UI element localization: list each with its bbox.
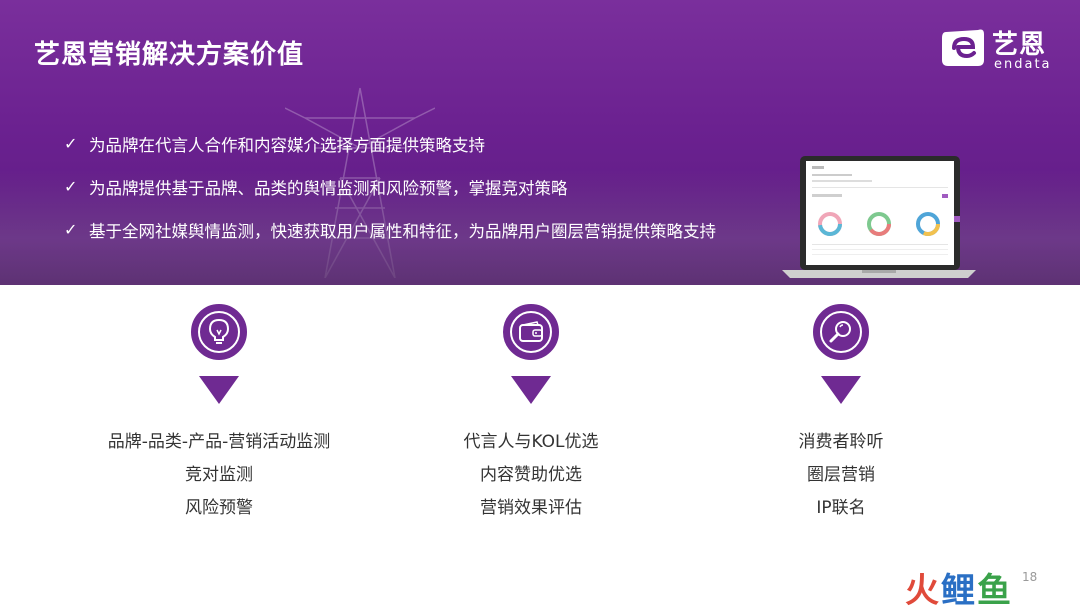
feature-consumer: 消费者聆听 圈层营销 IP联名 [711, 300, 971, 525]
bullet-text: 基于全网社媒舆情监测，快速获取用户属性和特征，为品牌用户圈层营销提供策略支持 [89, 221, 716, 241]
feature-line: 竞对监测 [185, 465, 253, 485]
feature-line: 营销效果评估 [480, 498, 582, 518]
bullet-item: ✓ 为品牌在代言人合作和内容媒介选择方面提供策略支持 [64, 122, 716, 165]
feature-line: 内容赞助优选 [480, 465, 582, 485]
feature-selection: 代言人与KOL优选 内容赞助优选 营销效果评估 [401, 300, 661, 525]
feature-icon-badge [499, 300, 563, 364]
endata-logo-mark-icon [942, 29, 984, 66]
watermark: 火鲤鱼 [905, 563, 1013, 612]
pointer-triangle [511, 376, 551, 404]
watermark-char: 火 [905, 571, 941, 611]
feature-monitoring: 品牌-品类-产品-营销活动监测 竞对监测 风险预警 [89, 300, 349, 525]
page-number: 18 [1022, 570, 1038, 584]
header-banner: 艺恩营销解决方案价值 艺恩 endata ✓ 为品牌在代言人合作和内容媒介选择方… [0, 0, 1080, 285]
watermark-char: 鲤 [941, 571, 977, 611]
feature-icon-badge [809, 300, 873, 364]
pointer-triangle [821, 376, 861, 404]
check-icon: ✓ [64, 134, 78, 153]
feature-line: 风险预警 [185, 498, 253, 518]
lightbulb-icon [208, 318, 230, 344]
bullet-list: ✓ 为品牌在代言人合作和内容媒介选择方面提供策略支持 ✓ 为品牌提供基于品牌、品… [64, 122, 716, 251]
check-icon: ✓ [64, 220, 78, 239]
bullet-text: 为品牌在代言人合作和内容媒介选择方面提供策略支持 [89, 135, 485, 155]
watermark-char: 鱼 [977, 571, 1013, 611]
feature-columns: 品牌-品类-产品-营销活动监测 竞对监测 风险预警 代言人与KOL优选 内容赞助… [0, 300, 1080, 530]
logo-chinese-text: 艺恩 [992, 30, 1047, 60]
feature-line: 代言人与KOL优选 [463, 432, 599, 452]
logo-english-text: endata [994, 57, 1052, 72]
endata-logo: 艺恩 endata [940, 26, 1062, 72]
feature-line: IP联名 [816, 498, 866, 518]
feature-line: 圈层营销 [807, 465, 875, 485]
feature-icon-badge [187, 300, 251, 364]
magnifier-icon [829, 321, 851, 343]
feature-line: 消费者聆听 [798, 432, 884, 452]
bullet-item: ✓ 基于全网社媒舆情监测，快速获取用户属性和特征，为品牌用户圈层营销提供策略支持 [64, 208, 716, 251]
check-icon: ✓ [64, 177, 78, 196]
page-title: 艺恩营销解决方案价值 [34, 40, 305, 70]
feature-line: 品牌-品类-产品-营销活动监测 [107, 432, 331, 452]
pointer-triangle [199, 376, 239, 404]
wallet-icon [519, 321, 543, 342]
laptop-dashboard-image [782, 156, 976, 278]
bullet-item: ✓ 为品牌提供基于品牌、品类的舆情监测和风险预警，掌握竞对策略 [64, 165, 716, 208]
bullet-text: 为品牌提供基于品牌、品类的舆情监测和风险预警，掌握竞对策略 [89, 178, 568, 198]
